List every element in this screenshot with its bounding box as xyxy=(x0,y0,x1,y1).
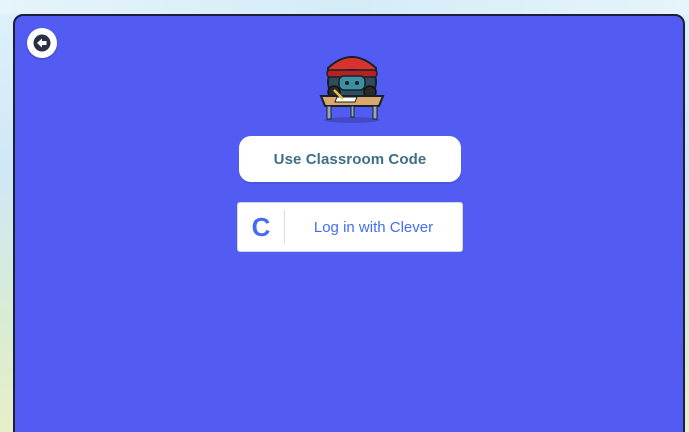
log-in-with-clever-button[interactable]: C Log in with Clever xyxy=(237,202,463,252)
login-panel: Use Classroom Code C Log in with Clever xyxy=(13,14,685,432)
log-in-with-clever-label: Log in with Clever xyxy=(313,218,434,236)
arrow-left-icon xyxy=(33,34,51,52)
use-classroom-code-button[interactable]: Use Classroom Code xyxy=(239,136,461,182)
student-robot-at-desk-icon xyxy=(319,56,385,123)
back-button[interactable] xyxy=(27,28,57,58)
use-classroom-code-label: Use Classroom Code xyxy=(273,150,427,168)
page-backdrop xyxy=(0,0,689,14)
clever-logo-icon: C xyxy=(251,212,271,242)
